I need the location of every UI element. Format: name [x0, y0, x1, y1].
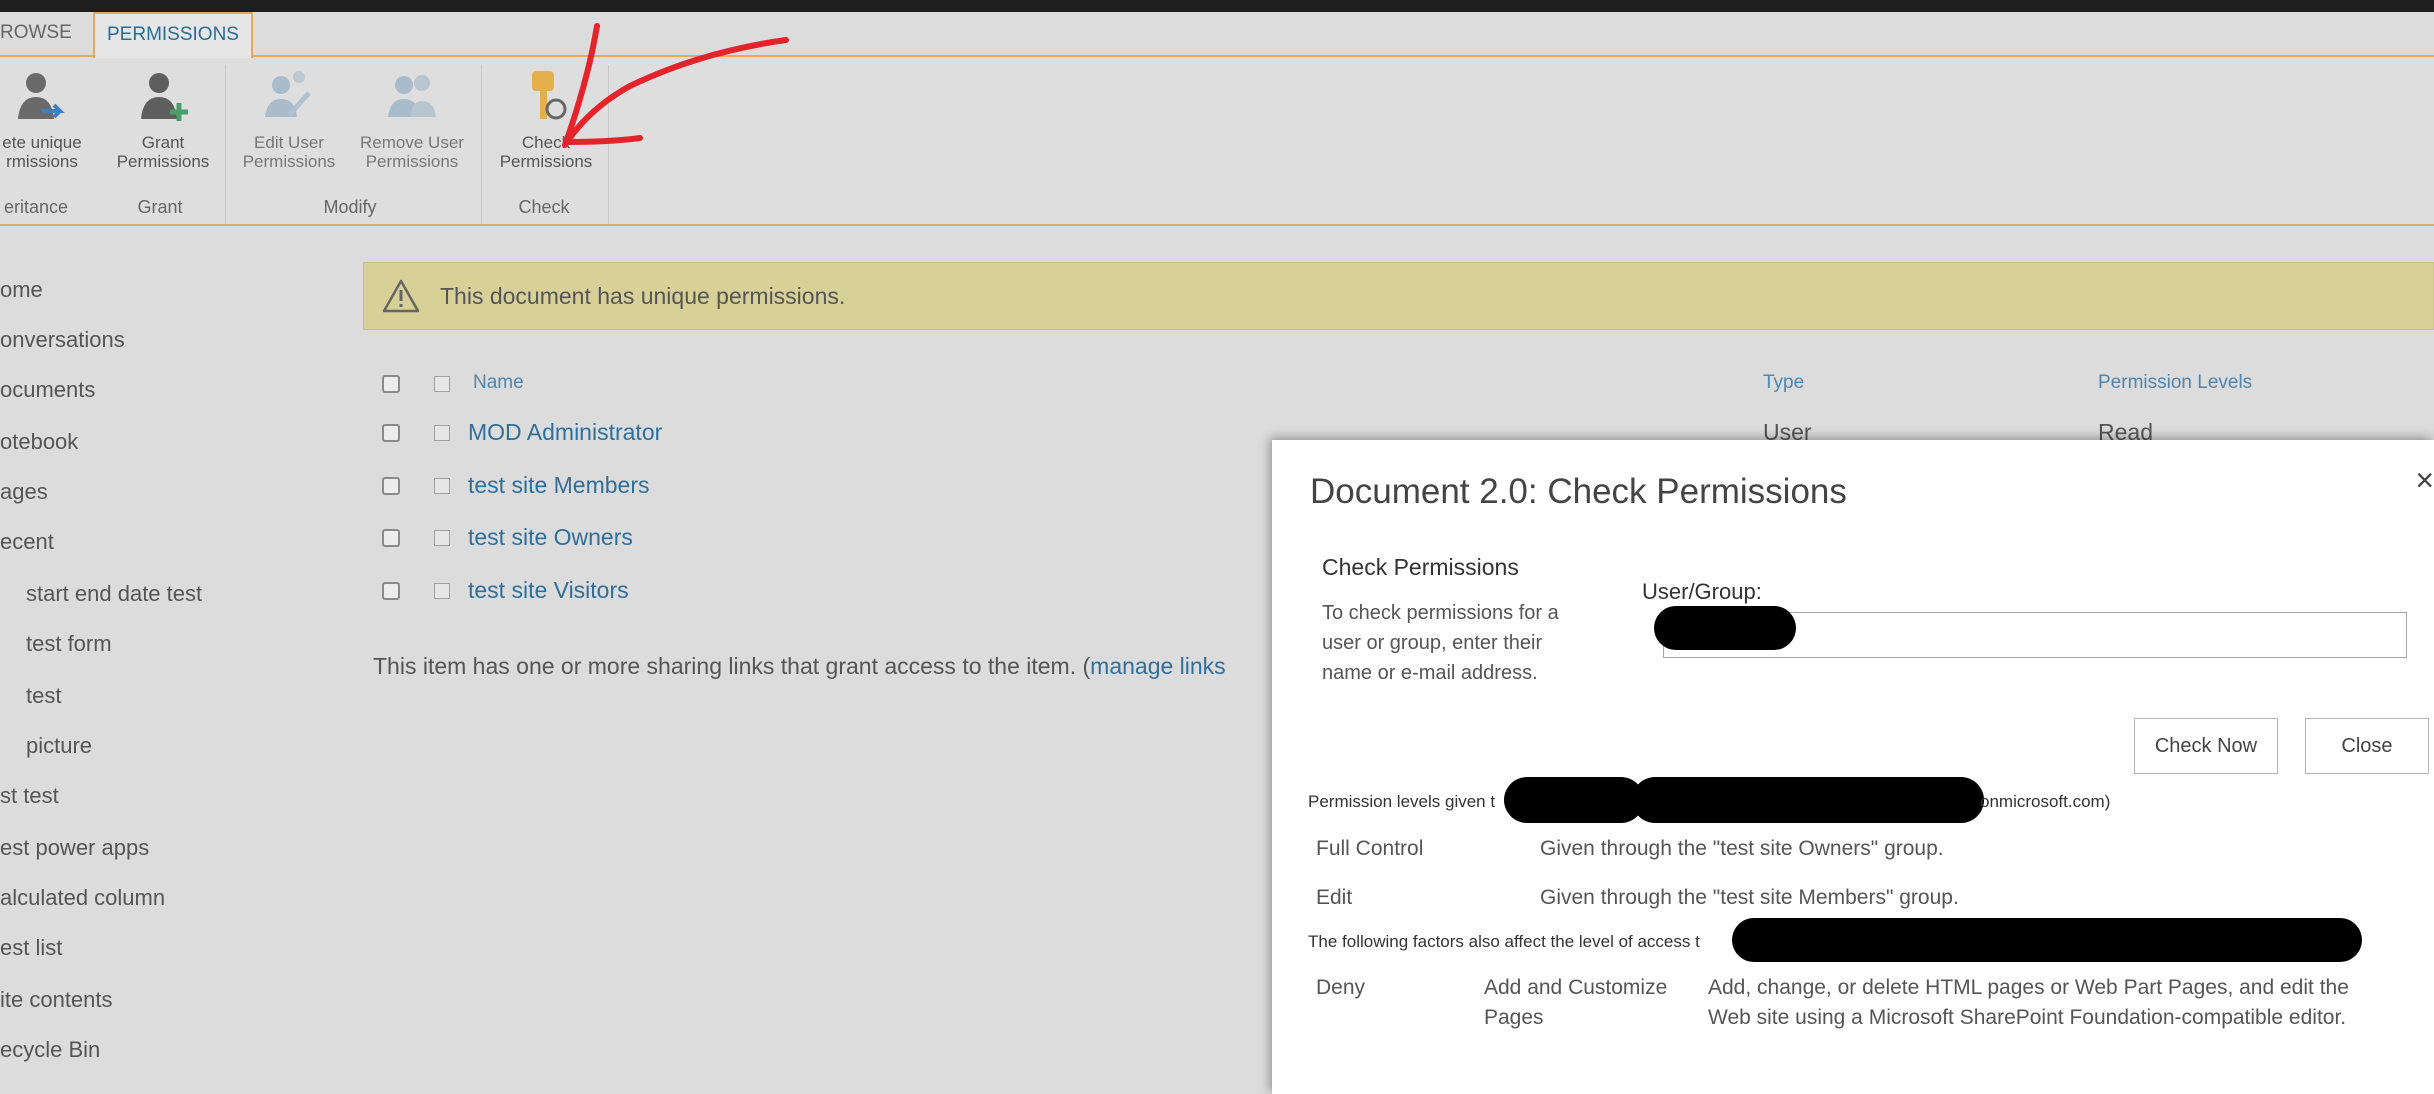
ribbon: ete unique rmissions Grant Permissions E…: [0, 57, 2434, 225]
button-label: Permissions: [365, 152, 459, 171]
button-label: rmissions: [6, 152, 78, 171]
select-all-checkbox[interactable]: [382, 375, 400, 393]
manage-links-link[interactable]: manage links: [1090, 653, 1226, 679]
button-label: Grant: [141, 133, 185, 152]
user-group-label: User/Group:: [1642, 579, 1762, 604]
group-label-grant: Grant: [137, 197, 183, 217]
deny-description: Web site using a Microsoft SharePoint Fo…: [1708, 1006, 2347, 1029]
grant-permissions-button[interactable]: Grant Permissions: [108, 67, 218, 171]
nav-item-start-end-date-test[interactable]: start end date test: [26, 581, 202, 607]
deny-permission: Add and Customize: [1484, 976, 1668, 999]
column-header-type[interactable]: Type: [1763, 372, 1804, 394]
button-label: ete unique: [2, 133, 82, 152]
column-header-name[interactable]: Name: [473, 372, 524, 394]
row-item-checkbox[interactable]: [434, 425, 450, 441]
sharing-links-message: This item has one or more sharing links …: [373, 653, 1226, 680]
column-header-permission-levels[interactable]: Permission Levels: [2098, 372, 2252, 394]
row-checkbox[interactable]: [382, 582, 400, 600]
nav-item-recent[interactable]: ecent: [0, 529, 54, 555]
row-checkbox[interactable]: [382, 477, 400, 495]
deny-description: Add, change, or delete HTML pages or Web…: [1708, 976, 2349, 999]
nav-item-list-test[interactable]: st test: [0, 783, 59, 809]
group-label-check: Check: [518, 197, 570, 217]
unique-permissions-notice: This document has unique permissions.: [363, 262, 2434, 330]
redaction: [1632, 777, 1984, 823]
check-permissions-button[interactable]: Check Permissions: [490, 67, 602, 171]
section-description: To check permissions for a user or group…: [1322, 602, 1559, 684]
row-item-checkbox[interactable]: [434, 583, 450, 599]
close-icon[interactable]: ×: [2415, 462, 2434, 499]
button-label: Remove User: [360, 133, 464, 152]
group-separator: [225, 65, 226, 225]
nav-item-test-list[interactable]: est list: [0, 935, 62, 961]
group-label-modify: Modify: [323, 197, 377, 217]
nav-item-recycle-bin[interactable]: ecycle Bin: [0, 1037, 100, 1063]
nav-item-site-contents[interactable]: ite contents: [0, 987, 113, 1013]
permission-levels-given-prefix: Permission levels given t: [1308, 792, 1496, 811]
permission-level-name: Edit: [1316, 886, 1353, 909]
nav-item-test[interactable]: test: [26, 683, 61, 709]
row-checkbox[interactable]: [382, 424, 400, 442]
ribbon-tabs: ROWSE PERMISSIONS: [0, 12, 2434, 58]
deny-label: Deny: [1316, 976, 1366, 999]
user-add-icon: [141, 73, 188, 121]
warning-icon: [382, 279, 420, 313]
nav-item-conversations[interactable]: onversations: [0, 327, 125, 353]
check-now-button[interactable]: Check Now: [2134, 718, 2278, 774]
redaction: [1654, 606, 1796, 650]
notice-text: This document has unique permissions.: [440, 283, 846, 309]
nav-item-picture[interactable]: picture: [26, 733, 92, 759]
button-label: Permissions: [242, 152, 336, 171]
row-item-checkbox[interactable]: [434, 530, 450, 546]
group-label-inheritance: eritance: [3, 197, 69, 217]
button-label: Permissions: [499, 152, 593, 171]
permission-levels-given-suffix: onmicrosoft.com): [1980, 792, 2111, 811]
nav-item-calculated-column[interactable]: alculated column: [0, 885, 165, 911]
header-item-checkbox[interactable]: [434, 376, 450, 392]
row-name-link[interactable]: MOD Administrator: [468, 419, 662, 446]
section-title: Check Permissions: [1322, 554, 1519, 580]
group-separator: [608, 65, 609, 225]
row-checkbox[interactable]: [382, 529, 400, 547]
tab-permissions[interactable]: PERMISSIONS: [93, 12, 253, 58]
button-label: Check: [521, 133, 571, 152]
user-inherit-icon: [18, 73, 65, 119]
key-magnifier-icon: [532, 71, 567, 120]
permission-level-source: Given through the "test site Members" gr…: [1540, 886, 1959, 909]
nav-item-test-form[interactable]: test form: [26, 631, 112, 657]
nav-item-documents[interactable]: ocuments: [0, 377, 95, 403]
tab-browse[interactable]: ROWSE: [0, 12, 72, 56]
permission-level-name: Full Control: [1316, 837, 1424, 860]
row-name-link[interactable]: test site Members: [468, 472, 650, 499]
deny-permission: Pages: [1484, 1006, 1544, 1029]
factors-prefix: The following factors also affect the le…: [1308, 932, 1700, 951]
redaction: [1504, 777, 1644, 823]
row-name-link[interactable]: test site Visitors: [468, 577, 629, 604]
nav-item-pages[interactable]: ages: [0, 479, 48, 505]
nav-item-home[interactable]: ome: [0, 277, 43, 303]
nav-item-test-power-apps[interactable]: est power apps: [0, 835, 149, 861]
button-label: Edit User: [254, 133, 324, 152]
user-remove-icon: [388, 75, 436, 117]
permission-level-source: Given through the "test site Owners" gro…: [1540, 837, 1944, 860]
close-button[interactable]: Close: [2305, 718, 2429, 774]
row-name-link[interactable]: test site Owners: [468, 524, 633, 551]
window-top-bar: [0, 0, 2434, 12]
dialog-title: Document 2.0: Check Permissions: [1310, 472, 1847, 511]
check-permissions-dialog: Document 2.0: Check Permissions × Check …: [1272, 440, 2434, 1094]
edit-user-permissions-button[interactable]: Edit User Permissions: [234, 67, 344, 171]
delete-unique-permissions-button[interactable]: ete unique rmissions: [0, 67, 92, 171]
ribbon-bottom-border: [0, 224, 2434, 226]
sharing-text: This item has one or more sharing links …: [373, 653, 1091, 679]
user-edit-icon: [265, 71, 311, 117]
row-item-checkbox[interactable]: [434, 478, 450, 494]
nav-item-notebook[interactable]: otebook: [0, 429, 78, 455]
group-separator: [481, 65, 482, 225]
redaction: [1732, 918, 2362, 962]
button-label: Permissions: [116, 152, 210, 171]
remove-user-permissions-button[interactable]: Remove User Permissions: [350, 67, 474, 171]
